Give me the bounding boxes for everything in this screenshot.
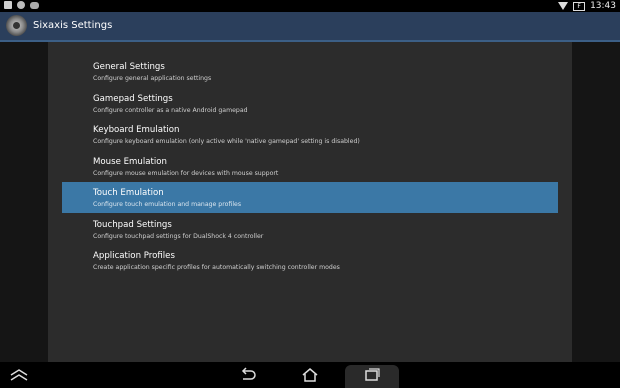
status-time: 13:43 (590, 1, 616, 11)
settings-item-general[interactable]: General Settings Configure general appli… (62, 56, 558, 87)
settings-panel: General Settings Configure general appli… (48, 42, 572, 362)
app-title: Sixaxis Settings (33, 20, 113, 31)
recents-icon[interactable] (361, 365, 383, 385)
left-margin (0, 42, 48, 362)
settings-item-subtitle: Configure keyboard emulation (only activ… (93, 138, 360, 145)
settings-item-subtitle: Configure controller as a native Android… (93, 106, 248, 114)
settings-item-title: General Settings (93, 62, 165, 72)
sixaxis-app-icon[interactable] (6, 15, 27, 36)
settings-item-title: Touch Emulation (93, 188, 164, 198)
settings-item-keyboard[interactable]: Keyboard Emulation Configure keyboard em… (62, 119, 558, 150)
wifi-icon (558, 2, 569, 10)
settings-item-title: Mouse Emulation (93, 156, 167, 167)
settings-item-touch[interactable]: Touch Emulation Configure touch emulatio… (62, 182, 558, 213)
settings-item-subtitle: Create application specific profiles for… (93, 264, 340, 271)
action-bar: Sixaxis Settings (0, 12, 620, 42)
image-icon (4, 1, 12, 9)
settings-item-app-profiles[interactable]: Application Profiles Create application … (62, 245, 558, 276)
home-icon[interactable] (299, 365, 321, 385)
status-bar: F 13:43 (0, 0, 620, 12)
settings-item-touchpad[interactable]: Touchpad Settings Configure touchpad set… (62, 214, 558, 245)
status-system: F 13:43 (558, 0, 616, 12)
right-margin (572, 42, 620, 362)
battery-icon: F (573, 1, 586, 11)
settings-item-gamepad[interactable]: Gamepad Settings Configure controller as… (62, 88, 558, 119)
circle-icon (17, 1, 25, 9)
status-notifications (4, 1, 39, 9)
settings-item-subtitle: Configure mouse emulation for devices wi… (93, 169, 279, 177)
settings-item-mouse[interactable]: Mouse Emulation Configure mouse emulatio… (62, 151, 558, 182)
settings-item-subtitle: Configure touchpad settings for DualShoc… (93, 232, 264, 240)
gamepad-icon (30, 1, 39, 9)
settings-item-subtitle: Configure touch emulation and manage pro… (93, 201, 242, 208)
settings-item-title: Keyboard Emulation (93, 125, 180, 135)
settings-item-title: Application Profiles (93, 251, 175, 261)
chevron-up-icon[interactable] (8, 365, 30, 385)
settings-item-title: Touchpad Settings (93, 219, 172, 230)
navigation-bar (0, 362, 620, 388)
settings-item-title: Gamepad Settings (93, 93, 173, 104)
back-icon[interactable] (237, 365, 259, 385)
settings-item-subtitle: Configure general application settings (93, 75, 212, 82)
